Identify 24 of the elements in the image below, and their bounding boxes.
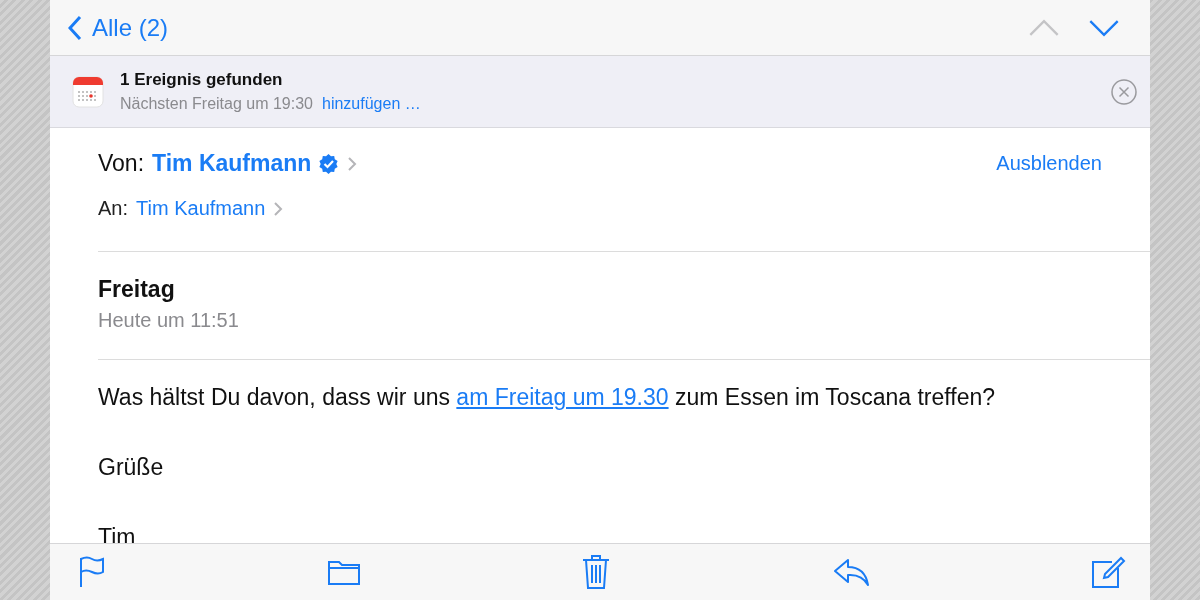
back-chevron-icon	[68, 14, 82, 41]
sender-name[interactable]: Tim Kaufmann	[152, 150, 312, 177]
to-label: An:	[98, 197, 129, 220]
date-link[interactable]: am Freitag um 19.30	[456, 384, 669, 410]
close-icon[interactable]	[1111, 78, 1137, 105]
mail-paragraph: Grüße	[98, 453, 165, 481]
from-label: Von:	[98, 150, 145, 177]
banner-title: 1 Ereignis gefunden	[120, 70, 284, 90]
event-detail: Nächsten Freitag um 19:30	[120, 95, 313, 113]
back-button[interactable]: Alle (2)	[68, 13, 169, 42]
hide-link[interactable]: Ausblenden	[996, 152, 1102, 175]
trash-icon[interactable]	[581, 554, 611, 590]
compose-icon[interactable]	[1090, 554, 1126, 590]
recipient-name[interactable]: Tim Kaufmann	[136, 197, 266, 220]
add-event-link[interactable]: hinzufügen …	[322, 95, 421, 113]
folder-icon[interactable]	[326, 558, 361, 586]
mail-date: Heute um 11:51	[98, 309, 240, 332]
mail-subject: Freitag	[98, 276, 176, 303]
calendar-icon	[72, 75, 104, 108]
chevron-right-icon	[273, 200, 284, 217]
flag-icon[interactable]	[78, 556, 106, 588]
mail-paragraph: Was hältst Du davon, dass wir uns am Freitag um 19.30 zum Essen im Toscana treffen?	[98, 383, 996, 411]
reply-icon[interactable]	[831, 557, 870, 587]
chevron-right-icon	[347, 155, 358, 172]
